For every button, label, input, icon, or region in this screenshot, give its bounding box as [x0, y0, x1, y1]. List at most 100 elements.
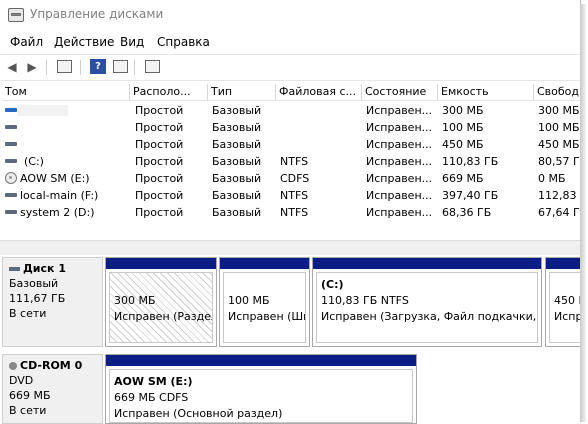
column-free[interactable]: Свобод	[534, 84, 580, 100]
cell-layout: Простой	[135, 138, 184, 151]
toolbar-separator	[80, 60, 81, 75]
disk-icon	[5, 210, 17, 214]
table-row[interactable]: system 2 (D:) Простой Базовый NTFS Испра…	[2, 204, 580, 221]
partition-body: 100 МБ Исправен (Ши	[223, 272, 306, 343]
forward-arrow-icon[interactable]: ▶	[24, 59, 40, 74]
cd-icon	[5, 172, 17, 184]
cell-layout: Простой	[135, 189, 184, 202]
menu-view[interactable]: Вид	[120, 35, 144, 49]
pane-splitter[interactable]	[0, 240, 580, 256]
cell-free: 100 МБ	[538, 121, 580, 134]
column-capacity[interactable]: Емкость	[438, 84, 534, 100]
cell-filesystem: CDFS	[280, 172, 310, 185]
cell-type: Базовый	[212, 206, 262, 219]
back-arrow-icon[interactable]: ◀	[4, 59, 20, 74]
cell-capacity: 669 МБ	[442, 172, 484, 185]
window-shadow	[580, 4, 586, 422]
partition-block[interactable]: 450 М Испр	[545, 257, 585, 347]
column-volume[interactable]: Том	[2, 84, 130, 100]
disk-icon	[5, 159, 17, 163]
disk-management-app-icon	[8, 8, 24, 22]
disk-size: 111,67 ГБ	[9, 292, 66, 305]
partition-block[interactable]: AOW SM (E:) 669 МБ CDFS Исправен (Основн…	[105, 354, 417, 424]
cell-status: Исправен...	[366, 172, 433, 185]
table-row[interactable]: Простой Базовый Исправен... 100 МБ 100 М…	[2, 119, 580, 136]
cell-filesystem: NTFS	[280, 189, 309, 202]
redacted-volume-name	[18, 105, 68, 116]
cell-layout: Простой	[135, 206, 184, 219]
cell-type: Базовый	[212, 104, 262, 117]
disk-state: В сети	[9, 307, 47, 320]
cell-status: Исправен...	[366, 104, 433, 117]
volume-list-header: Том Располо... Тип Файловая с... Состоян…	[2, 84, 580, 101]
cell-volume: AOW SM (E:)	[20, 172, 90, 185]
disk-type: Базовый	[9, 277, 59, 290]
export-list-icon[interactable]	[144, 59, 160, 74]
disk-graphical-view: Диск 1 Базовый 111,67 ГБ В сети 300 МБ И…	[0, 255, 585, 424]
partition-header-bar	[106, 355, 416, 366]
menu-help[interactable]: Справка	[157, 35, 210, 49]
cell-type: Базовый	[212, 121, 262, 134]
cell-free: 80,57 ГБ	[538, 155, 580, 168]
help-icon[interactable]: ?	[90, 59, 106, 74]
show-hide-console-tree-icon[interactable]	[56, 59, 72, 74]
partition-status: Исправен (Загрузка, Файл подкачки, Ав	[321, 310, 538, 323]
properties-icon[interactable]	[112, 59, 128, 74]
partition-status: Исправен (Ши	[228, 310, 306, 323]
title-bar: Управление дисками	[0, 0, 580, 30]
cell-capacity: 68,36 ГБ	[442, 206, 492, 219]
cdrom-0-info[interactable]: CD-ROM 0 DVD 669 МБ В сети	[2, 354, 103, 424]
cell-capacity: 300 МБ	[442, 104, 484, 117]
cell-status: Исправен...	[366, 121, 433, 134]
partition-body: AOW SM (E:) 669 МБ CDFS Исправен (Основн…	[109, 369, 413, 423]
cell-free: 67,64 ГБ	[538, 206, 580, 219]
disk-icon	[5, 108, 17, 112]
cell-volume: system 2 (D:)	[20, 206, 95, 219]
column-layout[interactable]: Располо...	[130, 84, 208, 100]
cell-filesystem: NTFS	[280, 155, 309, 168]
window-title: Управление дисками	[30, 7, 164, 21]
cell-free: 450 МБ	[538, 138, 580, 151]
partition-status: Испр	[554, 310, 581, 323]
disk-icon	[5, 142, 17, 146]
disk-size: 669 МБ	[9, 389, 51, 402]
cd-icon	[9, 362, 17, 370]
partition-title	[554, 277, 576, 293]
disk-icon	[9, 267, 20, 271]
partition-size: 669 МБ CDFS	[114, 391, 189, 404]
column-type[interactable]: Тип	[208, 84, 276, 100]
partition-block[interactable]: 300 МБ Исправен (Раздел	[105, 257, 217, 347]
column-status[interactable]: Состояние	[362, 84, 438, 100]
table-row[interactable]: Простой Базовый Исправен... 300 МБ 300 М…	[2, 102, 580, 119]
cell-type: Базовый	[212, 172, 262, 185]
partition-title: AOW SM (E:)	[114, 375, 193, 388]
partition-block[interactable]: (C:) 110,83 ГБ NTFS Исправен (Загрузка, …	[312, 257, 542, 347]
table-row[interactable]: AOW SM (E:) Простой Базовый CDFS Исправе…	[2, 170, 580, 187]
column-filesystem[interactable]: Файловая с...	[276, 84, 362, 100]
volume-list: Том Располо... Тип Файловая с... Состоян…	[2, 84, 580, 236]
partition-block[interactable]: 100 МБ Исправен (Ши	[219, 257, 310, 347]
table-row[interactable]: local-main (F:) Простой Базовый NTFS Исп…	[2, 187, 580, 204]
partition-header-bar	[313, 258, 541, 269]
table-row[interactable]: Простой Базовый Исправен... 450 МБ 450 М…	[2, 136, 580, 153]
cell-capacity: 100 МБ	[442, 121, 484, 134]
cell-layout: Простой	[135, 172, 184, 185]
cell-status: Исправен...	[366, 155, 433, 168]
table-row[interactable]: (C:) Простой Базовый NTFS Исправен... 11…	[2, 153, 580, 170]
cell-capacity: 397,40 ГБ	[442, 189, 499, 202]
cell-capacity: 110,83 ГБ	[442, 155, 499, 168]
partition-size: 110,83 ГБ NTFS	[321, 294, 409, 307]
partition-header-bar	[106, 258, 216, 269]
partition-size: 300 МБ	[114, 294, 156, 307]
menu-action[interactable]: Действие	[54, 35, 114, 49]
cell-volume: (C:)	[24, 155, 44, 168]
disk-1-info[interactable]: Диск 1 Базовый 111,67 ГБ В сети	[2, 257, 103, 347]
cell-filesystem: NTFS	[280, 206, 309, 219]
partition-size: 450 М	[554, 294, 580, 307]
cell-volume: local-main (F:)	[20, 189, 99, 202]
cell-layout: Простой	[135, 104, 184, 117]
menu-bar: Файл Действие Вид Справка	[0, 31, 580, 53]
menu-file[interactable]: Файл	[10, 35, 43, 49]
disk-icon	[5, 125, 17, 129]
cell-type: Базовый	[212, 155, 262, 168]
